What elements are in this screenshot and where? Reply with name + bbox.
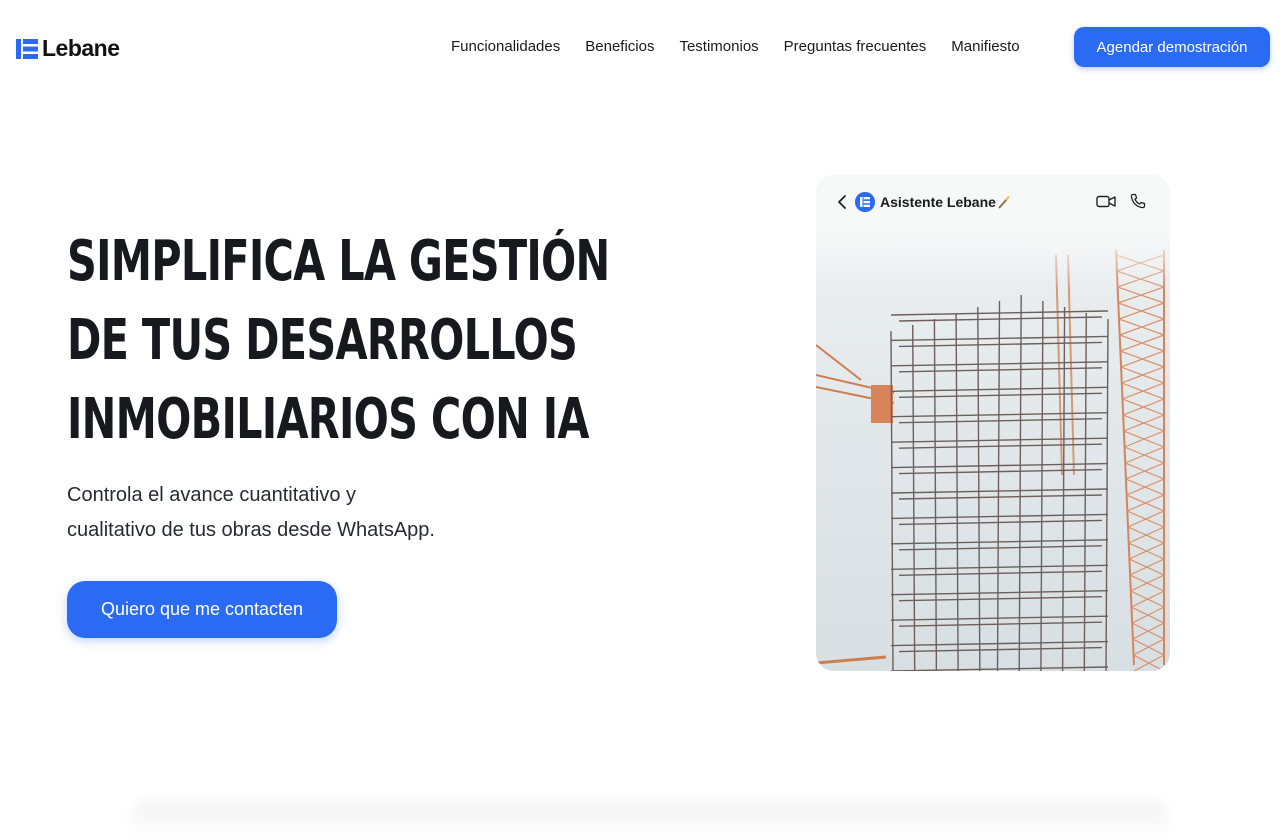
chat-header: Asistente Lebane [816, 175, 1170, 231]
schedule-demo-button[interactable]: Agendar demostración [1074, 27, 1270, 67]
logo[interactable]: Lebane [16, 35, 120, 62]
hero-title: SIMPLIFICA LA GESTIÓN DE TUS DESARROLLOS… [67, 222, 629, 459]
next-section-shadow [130, 800, 1170, 840]
logo-text: Lebane [42, 35, 120, 61]
top-navigation: Lebane Funcionalidades Beneficios Testim… [0, 0, 1285, 95]
hero-subtitle-line: cualitativo de tus obras desde WhatsApp. [67, 519, 435, 541]
lebane-logo-icon [16, 38, 38, 59]
contact-me-button[interactable]: Quiero que me contacten [67, 581, 337, 638]
phone-call-icon[interactable] [1130, 193, 1146, 209]
hero-title-line: SIMPLIFICA LA GESTIÓN [67, 229, 610, 294]
nav-link-manifiesto[interactable]: Manifiesto [951, 38, 1019, 55]
nav-link-testimonios[interactable]: Testimonios [679, 38, 758, 55]
header-fade [816, 231, 1170, 291]
hero-subtitle-line: Controla el avance cuantitativo y [67, 484, 357, 506]
hero-subtitle: Controla el avance cuantitativo y cualit… [67, 478, 487, 548]
back-arrow-icon[interactable] [836, 194, 848, 210]
chat-preview-card: Asistente Lebane [816, 175, 1170, 671]
hero-title-line: DE TUS DESARROLLOS [67, 308, 578, 373]
hero-title-line: INMOBILIARIOS CON IA [67, 387, 589, 452]
nav-links: Funcionalidades Beneficios Testimonios P… [451, 38, 1045, 55]
nav-link-beneficios[interactable]: Beneficios [585, 38, 654, 55]
magic-wand-icon [998, 195, 1010, 209]
nav-link-funcionalidades[interactable]: Funcionalidades [451, 38, 560, 55]
lebane-avatar-icon [855, 192, 875, 212]
video-call-icon[interactable] [1096, 194, 1116, 209]
nav-link-preguntas-frecuentes[interactable]: Preguntas frecuentes [784, 38, 927, 55]
assistant-name: Asistente Lebane [880, 194, 996, 210]
